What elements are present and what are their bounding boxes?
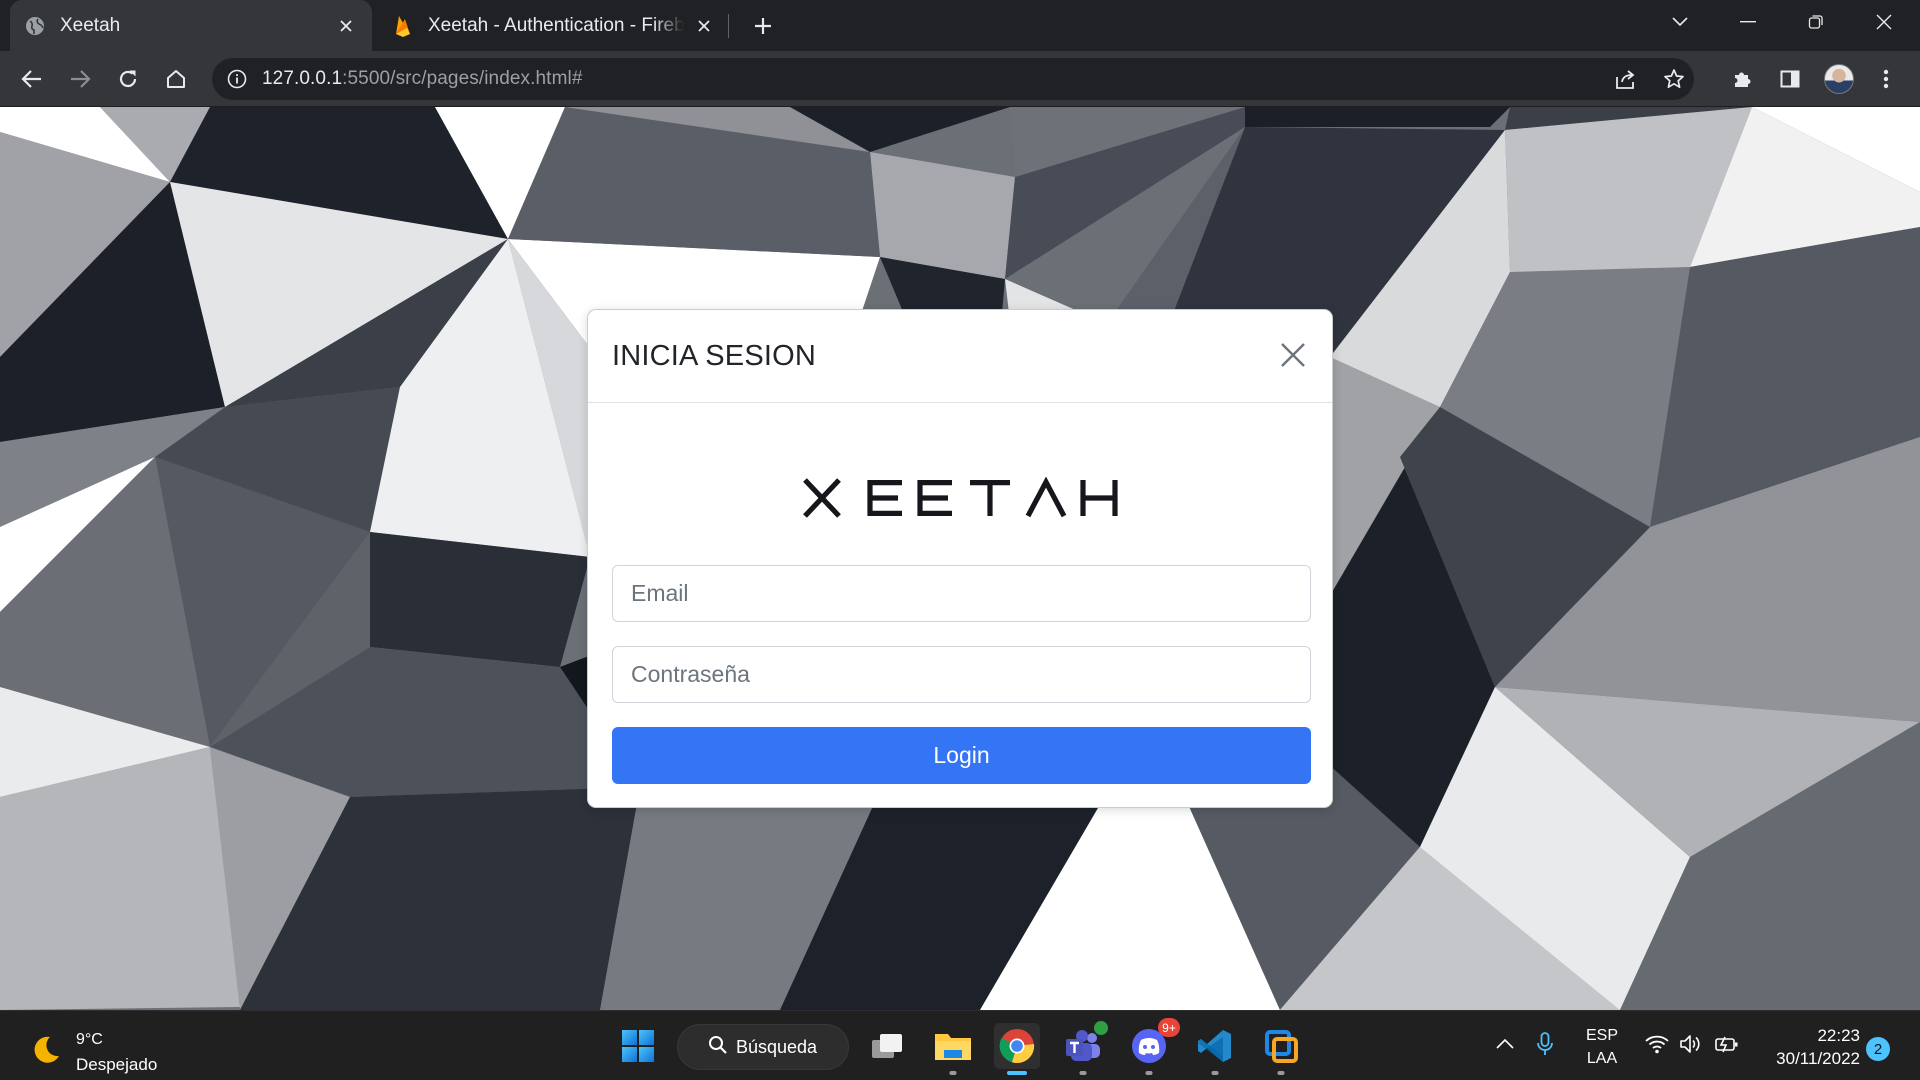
search-label: Búsqueda (736, 1036, 818, 1057)
microphone-icon[interactable] (1530, 1029, 1560, 1059)
home-icon[interactable] (160, 63, 192, 95)
search-icon (708, 1035, 728, 1060)
extensions-icon[interactable] (1726, 63, 1758, 95)
browser-toolbar: 127.0.0.1:5500/src/pages/index.html# (0, 51, 1920, 107)
firebase-icon (392, 15, 414, 37)
teams-icon[interactable] (1060, 1021, 1108, 1075)
discord-icon[interactable]: 9+ (1126, 1018, 1180, 1075)
modal-header: INICIA SESION (588, 310, 1332, 403)
close-window-icon[interactable] (1859, 0, 1909, 44)
keyboard-layout: LAA (1586, 1050, 1618, 1067)
back-icon[interactable] (16, 63, 48, 95)
running-indicator (1211, 1071, 1219, 1075)
clock-date: 30/11/2022 (1776, 1049, 1860, 1068)
running-indicator (1277, 1071, 1285, 1075)
start-icon[interactable] (615, 1023, 661, 1069)
forward-icon[interactable] (64, 63, 96, 95)
login-button[interactable]: Login (612, 727, 1311, 784)
tab-separator (728, 14, 729, 38)
language-code: ESP (1585, 1027, 1618, 1044)
minimize-icon[interactable] (1723, 0, 1773, 44)
site-info-icon[interactable] (226, 68, 248, 90)
bookmark-star-icon[interactable] (1658, 63, 1690, 95)
weather-temperature: 9°C (76, 1031, 103, 1048)
weather-description: Despejado (76, 1055, 158, 1074)
clock-time: 22:23 (1817, 1026, 1860, 1045)
file-explorer-icon[interactable] (930, 1023, 976, 1075)
xeetah-logo (588, 473, 1332, 523)
new-tab-icon[interactable] (748, 11, 778, 41)
email-field[interactable] (612, 565, 1311, 622)
running-indicator (1145, 1071, 1153, 1075)
tab-search-chevron-icon[interactable] (1655, 0, 1705, 44)
battery-charging-icon[interactable] (1712, 1029, 1742, 1059)
url-path: :5500/src/pages/index.html# (342, 68, 583, 89)
system-clock[interactable]: 22:23 30/11/2022 (1760, 1024, 1860, 1070)
close-tab-icon[interactable] (692, 14, 716, 38)
teams-status-badge (1094, 1021, 1108, 1035)
running-indicator (1007, 1071, 1027, 1075)
taskbar-search[interactable]: Búsqueda (677, 1024, 849, 1070)
running-indicator (1079, 1071, 1087, 1075)
moon-icon (30, 1034, 62, 1066)
page-viewport: INICIA SESION Login (0, 107, 1920, 1010)
address-bar[interactable]: 127.0.0.1:5500/src/pages/index.html# (212, 58, 1694, 100)
tab-title: Xeetah - Authentication - Firebase conso… (428, 14, 684, 36)
chrome-icon[interactable] (994, 1023, 1040, 1075)
restore-icon[interactable] (1791, 0, 1841, 44)
wifi-icon[interactable] (1642, 1029, 1672, 1059)
profile-avatar[interactable] (1824, 64, 1854, 94)
share-icon[interactable] (1610, 63, 1642, 95)
side-panel-icon[interactable] (1774, 63, 1806, 95)
virtualbox-icon[interactable] (1258, 1023, 1304, 1075)
tab-firebase[interactable]: Xeetah - Authentication - Firebase conso… (378, 0, 730, 51)
running-indicator (949, 1071, 957, 1075)
modal-title: INICIA SESION (612, 340, 817, 372)
close-icon[interactable] (1276, 338, 1310, 372)
volume-icon[interactable] (1676, 1029, 1706, 1059)
reload-icon[interactable] (112, 63, 144, 95)
vscode-icon[interactable] (1192, 1023, 1238, 1075)
close-tab-icon[interactable] (334, 14, 358, 38)
menu-kebab-icon[interactable] (1870, 63, 1902, 95)
url-host: 127.0.0.1 (262, 68, 343, 89)
show-hidden-icons-chevron-up-icon[interactable] (1490, 1029, 1520, 1059)
tab-xeetah[interactable]: Xeetah (10, 0, 372, 51)
browser-tab-strip: Xeetah Xeetah - Authentication - Firebas… (0, 0, 1920, 51)
url-text: 127.0.0.1:5500/src/pages/index.html# (262, 68, 582, 90)
weather-widget[interactable]: 9°C Despejado (26, 1021, 206, 1074)
input-language[interactable]: ESP LAA (1578, 1024, 1626, 1070)
tab-title: Xeetah (60, 14, 121, 36)
login-modal: INICIA SESION Login (587, 309, 1333, 808)
taskbar: 9°C Despejado Búsqueda 9+ ESP LAA 22:23 … (0, 1010, 1920, 1080)
task-view-icon[interactable] (864, 1023, 910, 1069)
discord-notification-badge: 9+ (1158, 1018, 1180, 1037)
globe-icon (24, 15, 46, 37)
notification-count-badge[interactable]: 2 (1866, 1037, 1890, 1061)
password-field[interactable] (612, 646, 1311, 703)
